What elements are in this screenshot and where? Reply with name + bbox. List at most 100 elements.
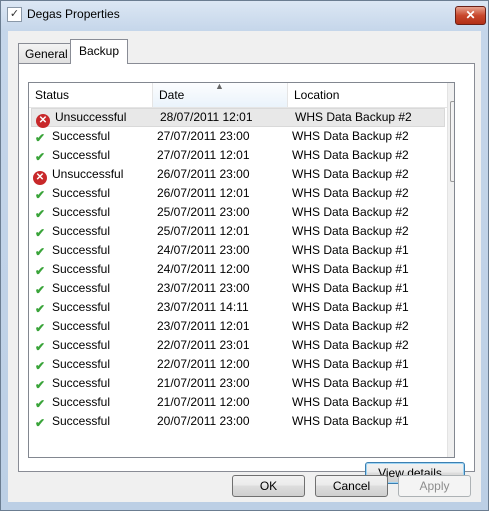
table-row[interactable]: ✔ Successful 21/07/2011 23:00 WHS Data Back…: [29, 374, 447, 393]
cell-status: ✔ Successful: [33, 393, 151, 412]
cell-location: WHS Data Backup #2: [292, 224, 409, 238]
cell-status: ✔ Successful: [33, 336, 151, 355]
table-row[interactable]: ✔ Successful 27/07/2011 12:01 WHS Data Back…: [29, 146, 447, 165]
properties-window: ✓ Degas Properties ✕ General Backup Stat…: [0, 0, 489, 511]
tab-backup[interactable]: Backup: [70, 39, 129, 64]
cell-date: 28/07/2011 12:01: [160, 110, 253, 124]
check-icon: ✔: [34, 416, 46, 430]
cell-status: ✔ Successful: [33, 260, 151, 279]
cell-date: 25/07/2011 12:01: [157, 224, 250, 238]
status-text: Unsuccessful: [52, 167, 124, 181]
check-icon: ✔: [34, 131, 46, 145]
cell-location: WHS Data Backup #2: [292, 338, 409, 352]
vertical-scrollbar[interactable]: ▲ ≡ ▼: [447, 83, 455, 457]
cell-status: ✔ Successful: [33, 355, 151, 374]
table-row[interactable]: ✔ Successful 26/07/2011 12:01 WHS Data Back…: [29, 184, 447, 203]
table-row[interactable]: ✔ Successful 22/07/2011 23:01 WHS Data Back…: [29, 336, 447, 355]
table-row[interactable]: ✕ Unsuccessful 28/07/2011 12:01 WHS Data Ba…: [31, 108, 445, 128]
tab-general[interactable]: General: [18, 43, 75, 64]
status-text: Successful: [52, 338, 111, 352]
cell-date: 24/07/2011 23:00: [157, 243, 250, 257]
list-rows: ✕ Unsuccessful 28/07/2011 12:01 WHS Data Ba…: [29, 108, 447, 431]
status-text: Successful: [52, 186, 111, 200]
cell-date: 21/07/2011 12:00: [157, 395, 250, 409]
cell-date: 24/07/2011 12:00: [157, 262, 250, 276]
cell-date: 27/07/2011 23:00: [157, 129, 250, 143]
status-text: Successful: [52, 281, 111, 295]
cell-location: WHS Data Backup #1: [292, 395, 409, 409]
cell-status: ✔ Successful: [33, 279, 151, 298]
error-icon: ✕: [36, 114, 50, 128]
status-text: Successful: [52, 224, 111, 238]
cell-status: ✔ Successful: [33, 298, 151, 317]
cell-date: 23/07/2011 12:01: [157, 319, 250, 333]
list-header: Status ▲ Date Location: [29, 83, 447, 108]
backup-history-list[interactable]: Status ▲ Date Location ✕ Unsuccessful 28/0…: [28, 82, 455, 458]
status-text: Successful: [52, 376, 111, 390]
column-header-status[interactable]: Status: [29, 83, 153, 107]
dialog-client-area: General Backup Status ▲ Date Location ✕ U…: [8, 31, 481, 502]
title-bar[interactable]: ✓ Degas Properties ✕: [1, 1, 488, 29]
status-text: Successful: [52, 319, 111, 333]
scroll-down-arrow-icon[interactable]: ▼: [451, 440, 454, 454]
check-icon: ✔: [34, 188, 46, 202]
cell-location: WHS Data Backup #1: [292, 243, 409, 257]
status-text: Successful: [52, 205, 111, 219]
cell-location: WHS Data Backup #1: [292, 300, 409, 314]
check-icon: ✔: [34, 340, 46, 354]
cell-location: WHS Data Backup #1: [292, 357, 409, 371]
cell-status: ✔ Successful: [33, 146, 151, 165]
close-button[interactable]: ✕: [455, 6, 486, 25]
properties-window-icon: ✓: [7, 7, 22, 22]
cell-date: 22/07/2011 12:00: [157, 357, 250, 371]
cell-status: ✔ Successful: [33, 241, 151, 260]
table-row[interactable]: ✕ Unsuccessful 26/07/2011 23:00 WHS Data Ba…: [29, 165, 447, 185]
window-title: Degas Properties: [27, 7, 120, 21]
column-header-location[interactable]: Location: [288, 83, 447, 107]
cell-status: ✔ Successful: [33, 203, 151, 222]
check-icon: ✔: [34, 321, 46, 335]
cell-date: 20/07/2011 23:00: [157, 414, 250, 428]
table-row[interactable]: ✔ Successful 24/07/2011 23:00 WHS Data Back…: [29, 241, 447, 260]
table-row[interactable]: ✔ Successful 22/07/2011 12:00 WHS Data Back…: [29, 355, 447, 374]
status-text: Successful: [52, 243, 111, 257]
cell-location: WHS Data Backup #1: [292, 376, 409, 390]
table-row[interactable]: ✔ Successful 23/07/2011 12:01 WHS Data Back…: [29, 317, 447, 336]
table-row[interactable]: ✔ Successful 20/07/2011 23:00 WHS Data Back…: [29, 412, 447, 431]
backup-tab-panel: Status ▲ Date Location ✕ Unsuccessful 28/0…: [18, 63, 475, 484]
table-row[interactable]: ✔ Successful 27/07/2011 23:00 WHS Data Back…: [29, 127, 447, 146]
cell-date: 25/07/2011 23:00: [157, 205, 250, 219]
scroll-up-arrow-icon[interactable]: ▲: [451, 85, 454, 99]
cell-status: ✔ Successful: [33, 412, 151, 431]
ok-button[interactable]: OK: [232, 475, 305, 497]
cell-location: WHS Data Backup #2: [295, 110, 412, 124]
table-row[interactable]: ✔ Successful 23/07/2011 23:00 WHS Data Back…: [29, 279, 447, 298]
cell-date: 26/07/2011 12:01: [157, 186, 250, 200]
cell-date: 21/07/2011 23:00: [157, 376, 250, 390]
check-icon: ✔: [34, 245, 46, 259]
column-header-date[interactable]: ▲ Date: [153, 83, 288, 107]
table-row[interactable]: ✔ Successful 21/07/2011 12:00 WHS Data Back…: [29, 393, 447, 412]
cancel-button[interactable]: Cancel: [315, 475, 388, 497]
cell-status: ✔ Successful: [33, 222, 151, 241]
column-header-date-label: Date: [159, 88, 185, 102]
cell-location: WHS Data Backup #2: [292, 319, 409, 333]
apply-button[interactable]: Apply: [398, 475, 471, 497]
check-icon: ✔: [34, 150, 46, 164]
status-text: Successful: [52, 357, 111, 371]
cell-status: ✔ Successful: [33, 127, 151, 146]
table-row[interactable]: ✔ Successful 25/07/2011 23:00 WHS Data Back…: [29, 203, 447, 222]
cell-location: WHS Data Backup #2: [292, 167, 409, 181]
table-row[interactable]: ✔ Successful 23/07/2011 14:11 WHS Data Back…: [29, 298, 447, 317]
grip-icon: ≡: [454, 136, 455, 146]
cell-location: WHS Data Backup #2: [292, 186, 409, 200]
check-icon: ✔: [34, 207, 46, 221]
scroll-thumb[interactable]: ≡: [450, 101, 455, 182]
cell-status: ✕ Unsuccessful: [33, 165, 151, 185]
table-row[interactable]: ✔ Successful 25/07/2011 12:01 WHS Data Back…: [29, 222, 447, 241]
cell-location: WHS Data Backup #2: [292, 129, 409, 143]
table-row[interactable]: ✔ Successful 24/07/2011 12:00 WHS Data Back…: [29, 260, 447, 279]
check-icon: ✔: [34, 264, 46, 278]
status-text: Successful: [52, 262, 111, 276]
status-text: Successful: [52, 300, 111, 314]
